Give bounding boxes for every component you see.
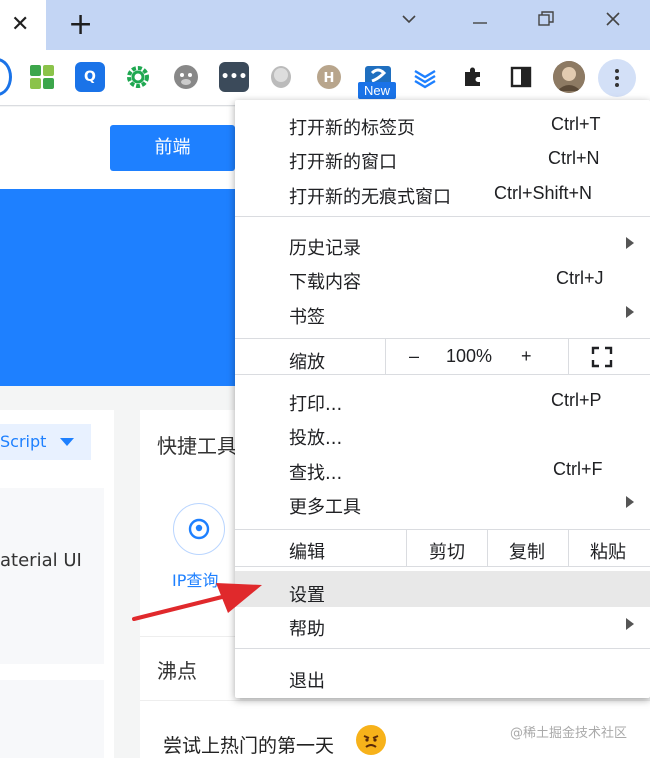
menu-item-edit: 编辑 bbox=[289, 542, 325, 563]
menu-separator bbox=[235, 374, 650, 375]
new-tab-button[interactable]: + bbox=[68, 8, 93, 42]
edit-divider bbox=[487, 530, 488, 566]
location-icon[interactable] bbox=[173, 503, 225, 555]
submenu-arrow-icon bbox=[626, 237, 634, 249]
menu-separator bbox=[235, 338, 650, 339]
menu-item-settings[interactable]: 设置 bbox=[289, 581, 325, 607]
menu-item-bookmarks[interactable]: 书签 bbox=[289, 303, 325, 329]
shortcut-find: Ctrl+F bbox=[553, 459, 603, 479]
menu-item-new-incognito[interactable]: 打开新的无痕式窗口 bbox=[289, 183, 451, 209]
q-extension-icon[interactable]: Q bbox=[75, 62, 105, 92]
list-item[interactable] bbox=[0, 488, 104, 664]
gear-extension-icon[interactable] bbox=[123, 62, 153, 92]
menu-item-zoom: 缩放 bbox=[289, 352, 325, 373]
submenu-arrow-icon bbox=[626, 618, 634, 630]
banner[interactable] bbox=[0, 189, 240, 386]
minimize-button[interactable] bbox=[471, 14, 489, 40]
menu-item-help[interactable]: 帮助 bbox=[289, 615, 325, 641]
menu-item-new-window[interactable]: 打开新的窗口 bbox=[289, 148, 397, 174]
frontend-button[interactable]: 前端 bbox=[110, 125, 235, 171]
fullscreen-icon[interactable] bbox=[591, 346, 613, 372]
chevron-down-icon[interactable] bbox=[60, 438, 74, 446]
new-badge: New bbox=[358, 82, 396, 99]
angry-emoji-icon bbox=[356, 725, 386, 755]
divider bbox=[140, 700, 650, 701]
shortcut-new-incognito: Ctrl+Shift+N bbox=[494, 183, 593, 203]
shortcut-new-tab: Ctrl+T bbox=[551, 114, 601, 134]
edit-divider bbox=[406, 530, 407, 566]
puzzle-icon[interactable] bbox=[458, 62, 488, 92]
zoom-divider bbox=[385, 339, 386, 374]
watermark: @稀土掘金技术社区 bbox=[510, 726, 628, 741]
zoom-divider bbox=[568, 339, 569, 374]
svg-text:H: H bbox=[324, 71, 335, 86]
menu-separator bbox=[235, 566, 650, 567]
monkey-extension-icon[interactable] bbox=[171, 62, 201, 92]
chevron-down-icon[interactable] bbox=[400, 10, 418, 36]
menu-item-exit[interactable]: 退出 bbox=[289, 667, 325, 693]
zoom-out-button[interactable]: – bbox=[409, 346, 419, 367]
cut-button[interactable]: 剪切 bbox=[429, 538, 465, 564]
red-arrow bbox=[132, 583, 262, 621]
layers-extension-icon[interactable] bbox=[410, 62, 440, 92]
avatar[interactable] bbox=[553, 61, 585, 93]
feidian-title: 沸点 bbox=[157, 659, 197, 683]
sidepanel-icon[interactable] bbox=[506, 62, 536, 92]
mouse-extension-icon[interactable] bbox=[266, 62, 296, 92]
submenu-arrow-icon bbox=[626, 306, 634, 318]
list-item[interactable] bbox=[0, 680, 104, 758]
compare-extension-icon[interactable]: H bbox=[314, 62, 344, 92]
copy-button[interactable]: 复制 bbox=[509, 538, 545, 564]
zoom-in-button[interactable]: + bbox=[521, 346, 532, 367]
paste-button[interactable]: 粘贴 bbox=[590, 538, 626, 564]
kebab-menu-icon[interactable] bbox=[598, 59, 636, 97]
shortcut-print: Ctrl+P bbox=[551, 390, 602, 410]
menu-item-downloads[interactable]: 下载内容 bbox=[289, 268, 361, 294]
shortcut-downloads: Ctrl+J bbox=[556, 268, 604, 288]
divider bbox=[140, 636, 240, 637]
submenu-arrow-icon bbox=[626, 496, 634, 508]
menu-item-cast[interactable]: 投放... bbox=[289, 424, 342, 450]
quick-tools-title: 快捷工具 bbox=[157, 434, 237, 458]
restore-icon[interactable] bbox=[537, 10, 555, 36]
browser-tab[interactable]: ✕ bbox=[0, 0, 46, 50]
menu-item-find[interactable]: 查找... bbox=[289, 459, 342, 485]
menu-item-more-tools[interactable]: 更多工具 bbox=[289, 493, 361, 519]
menu-separator bbox=[235, 648, 650, 649]
language-select[interactable]: Script bbox=[0, 424, 91, 460]
menu-item-print[interactable]: 打印... bbox=[289, 390, 342, 416]
close-icon[interactable]: ✕ bbox=[11, 10, 29, 40]
dots-extension-icon[interactable]: ••• bbox=[219, 62, 249, 92]
menu-item-new-tab[interactable]: 打开新的标签页 bbox=[289, 114, 415, 140]
menu-separator bbox=[235, 529, 650, 530]
menu-separator bbox=[235, 216, 650, 217]
shortcut-new-window: Ctrl+N bbox=[548, 148, 600, 168]
edit-divider bbox=[568, 530, 569, 566]
grid-extension-icon[interactable] bbox=[27, 62, 57, 92]
window-close-icon[interactable] bbox=[604, 10, 622, 36]
post-text: 尝试上热门的第一天 bbox=[163, 735, 335, 757]
menu-item-history[interactable]: 历史记录 bbox=[289, 234, 361, 260]
list-item-title: aterial UI bbox=[0, 550, 82, 571]
zoom-level: 100% bbox=[446, 346, 493, 366]
